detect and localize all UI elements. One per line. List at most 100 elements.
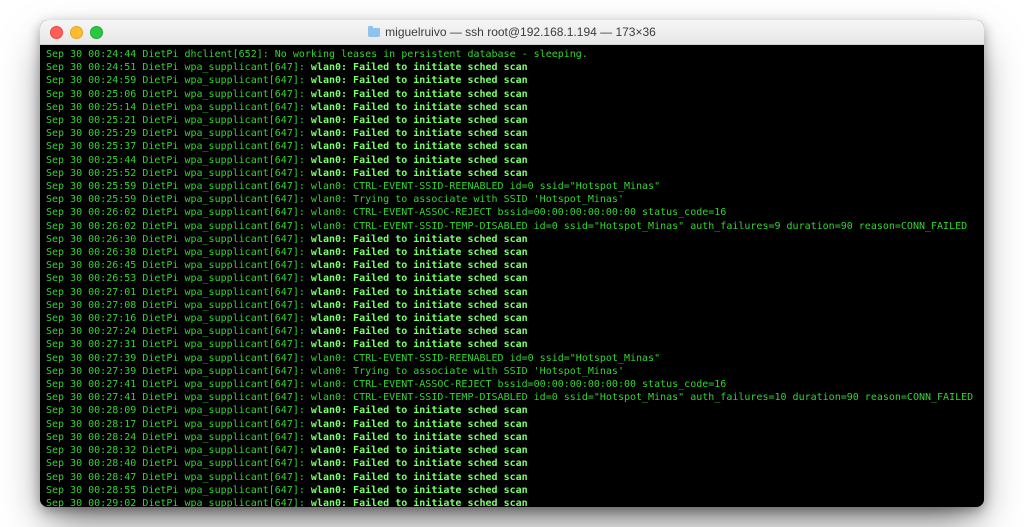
log-line: Sep 30 00:28:47 DietPi wpa_supplicant[64… [46, 471, 978, 484]
log-line: Sep 30 00:27:39 DietPi wpa_supplicant[64… [46, 352, 978, 365]
log-line: Sep 30 00:26:02 DietPi wpa_supplicant[64… [46, 206, 978, 219]
log-line: Sep 30 00:27:39 DietPi wpa_supplicant[64… [46, 365, 978, 378]
log-message: wlan0: CTRL-EVENT-SSID-TEMP-DISABLED id=… [311, 392, 973, 403]
log-line: Sep 30 00:27:08 DietPi wpa_supplicant[64… [46, 299, 978, 312]
log-prefix: Sep 30 00:28:09 DietPi wpa_supplicant[64… [46, 405, 311, 416]
log-prefix: Sep 30 00:26:30 DietPi wpa_supplicant[64… [46, 234, 311, 245]
window-title: miguelruivo — ssh root@192.168.1.194 — 1… [40, 25, 984, 39]
log-line: Sep 30 00:24:59 DietPi wpa_supplicant[64… [46, 74, 978, 87]
log-line: Sep 30 00:25:52 DietPi wpa_supplicant[64… [46, 167, 978, 180]
log-message: wlan0: Failed to initiate sched scan [311, 432, 528, 443]
titlebar: miguelruivo — ssh root@192.168.1.194 — 1… [40, 20, 984, 45]
terminal-body[interactable]: Sep 30 00:24:44 DietPi dhclient[652]: No… [40, 45, 984, 507]
log-message: wlan0: Failed to initiate sched scan [311, 260, 528, 271]
log-line: Sep 30 00:28:09 DietPi wpa_supplicant[64… [46, 404, 978, 417]
close-icon[interactable] [50, 26, 63, 39]
window-title-text: miguelruivo — ssh root@192.168.1.194 — 1… [385, 25, 656, 39]
log-prefix: Sep 30 00:26:02 DietPi wpa_supplicant[64… [46, 221, 311, 232]
log-prefix: Sep 30 00:25:29 DietPi wpa_supplicant[64… [46, 128, 311, 139]
minimize-icon[interactable] [70, 26, 83, 39]
terminal-window: miguelruivo — ssh root@192.168.1.194 — 1… [40, 20, 984, 507]
log-message: wlan0: Failed to initiate sched scan [311, 155, 528, 166]
log-line: Sep 30 00:25:06 DietPi wpa_supplicant[64… [46, 88, 978, 101]
log-line: Sep 30 00:25:21 DietPi wpa_supplicant[64… [46, 114, 978, 127]
log-line: Sep 30 00:24:51 DietPi wpa_supplicant[64… [46, 61, 978, 74]
log-prefix: Sep 30 00:24:51 DietPi wpa_supplicant[64… [46, 62, 311, 73]
log-message: wlan0: Failed to initiate sched scan [311, 115, 528, 126]
log-message: wlan0: Failed to initiate sched scan [311, 62, 528, 73]
log-prefix: Sep 30 00:25:06 DietPi wpa_supplicant[64… [46, 89, 311, 100]
log-message: wlan0: CTRL-EVENT-SSID-TEMP-DISABLED id=… [311, 221, 967, 232]
log-message: wlan0: Failed to initiate sched scan [311, 287, 528, 298]
log-prefix: Sep 30 00:27:01 DietPi wpa_supplicant[64… [46, 287, 311, 298]
traffic-lights [40, 26, 103, 39]
log-prefix: Sep 30 00:27:16 DietPi wpa_supplicant[64… [46, 313, 311, 324]
log-prefix: Sep 30 00:24:44 DietPi dhclient[652]: [46, 49, 275, 60]
log-message: wlan0: Failed to initiate sched scan [311, 313, 528, 324]
log-line: Sep 30 00:25:14 DietPi wpa_supplicant[64… [46, 101, 978, 114]
folder-icon [368, 28, 380, 37]
log-line: Sep 30 00:28:24 DietPi wpa_supplicant[64… [46, 431, 978, 444]
log-message: wlan0: Failed to initiate sched scan [311, 168, 528, 179]
log-message: wlan0: CTRL-EVENT-ASSOC-REJECT bssid=00:… [311, 379, 726, 390]
log-line: Sep 30 00:25:59 DietPi wpa_supplicant[64… [46, 193, 978, 206]
log-prefix: Sep 30 00:25:14 DietPi wpa_supplicant[64… [46, 102, 311, 113]
log-line: Sep 30 00:26:53 DietPi wpa_supplicant[64… [46, 272, 978, 285]
log-line: Sep 30 00:26:38 DietPi wpa_supplicant[64… [46, 246, 978, 259]
log-prefix: Sep 30 00:26:38 DietPi wpa_supplicant[64… [46, 247, 311, 258]
log-message: wlan0: Failed to initiate sched scan [311, 141, 528, 152]
log-message: wlan0: Failed to initiate sched scan [311, 89, 528, 100]
log-message: wlan0: Failed to initiate sched scan [311, 339, 528, 350]
log-line: Sep 30 00:28:55 DietPi wpa_supplicant[64… [46, 484, 978, 497]
log-prefix: Sep 30 00:27:31 DietPi wpa_supplicant[64… [46, 339, 311, 350]
log-message: wlan0: Failed to initiate sched scan [311, 326, 528, 337]
log-prefix: Sep 30 00:27:41 DietPi wpa_supplicant[64… [46, 392, 311, 403]
log-line: Sep 30 00:28:32 DietPi wpa_supplicant[64… [46, 444, 978, 457]
log-line: Sep 30 00:28:40 DietPi wpa_supplicant[64… [46, 457, 978, 470]
log-prefix: Sep 30 00:28:32 DietPi wpa_supplicant[64… [46, 445, 311, 456]
log-message: wlan0: Failed to initiate sched scan [311, 472, 528, 483]
log-line: Sep 30 00:26:02 DietPi wpa_supplicant[64… [46, 220, 978, 233]
log-prefix: Sep 30 00:25:21 DietPi wpa_supplicant[64… [46, 115, 311, 126]
log-line: Sep 30 00:27:24 DietPi wpa_supplicant[64… [46, 325, 978, 338]
log-message: wlan0: Failed to initiate sched scan [311, 458, 528, 469]
log-message: No working leases in persistent database… [275, 49, 588, 60]
log-line: Sep 30 00:25:29 DietPi wpa_supplicant[64… [46, 127, 978, 140]
zoom-icon[interactable] [90, 26, 103, 39]
log-message: wlan0: Failed to initiate sched scan [311, 485, 528, 496]
log-prefix: Sep 30 00:27:24 DietPi wpa_supplicant[64… [46, 326, 311, 337]
log-message: wlan0: Failed to initiate sched scan [311, 247, 528, 258]
log-line: Sep 30 00:24:44 DietPi dhclient[652]: No… [46, 48, 978, 61]
log-message: wlan0: Failed to initiate sched scan [311, 445, 528, 456]
log-prefix: Sep 30 00:25:37 DietPi wpa_supplicant[64… [46, 141, 311, 152]
log-message: wlan0: Failed to initiate sched scan [311, 102, 528, 113]
log-line: Sep 30 00:27:16 DietPi wpa_supplicant[64… [46, 312, 978, 325]
log-line: Sep 30 00:29:02 DietPi wpa_supplicant[64… [46, 497, 978, 507]
log-message: wlan0: Failed to initiate sched scan [311, 273, 528, 284]
log-prefix: Sep 30 00:25:59 DietPi wpa_supplicant[64… [46, 181, 311, 192]
log-line: Sep 30 00:28:17 DietPi wpa_supplicant[64… [46, 418, 978, 431]
log-line: Sep 30 00:27:01 DietPi wpa_supplicant[64… [46, 286, 978, 299]
log-prefix: Sep 30 00:28:17 DietPi wpa_supplicant[64… [46, 419, 311, 430]
log-line: Sep 30 00:25:59 DietPi wpa_supplicant[64… [46, 180, 978, 193]
log-prefix: Sep 30 00:29:02 DietPi wpa_supplicant[64… [46, 498, 311, 507]
log-prefix: Sep 30 00:25:52 DietPi wpa_supplicant[64… [46, 168, 311, 179]
log-prefix: Sep 30 00:26:02 DietPi wpa_supplicant[64… [46, 207, 311, 218]
log-line: Sep 30 00:27:41 DietPi wpa_supplicant[64… [46, 378, 978, 391]
log-prefix: Sep 30 00:24:59 DietPi wpa_supplicant[64… [46, 75, 311, 86]
log-prefix: Sep 30 00:28:40 DietPi wpa_supplicant[64… [46, 458, 311, 469]
log-prefix: Sep 30 00:28:24 DietPi wpa_supplicant[64… [46, 432, 311, 443]
log-message: wlan0: CTRL-EVENT-ASSOC-REJECT bssid=00:… [311, 207, 726, 218]
log-message: wlan0: Trying to associate with SSID 'Ho… [311, 366, 624, 377]
log-message: wlan0: Failed to initiate sched scan [311, 498, 528, 507]
log-line: Sep 30 00:27:41 DietPi wpa_supplicant[64… [46, 391, 978, 404]
log-message: wlan0: Failed to initiate sched scan [311, 234, 528, 245]
log-prefix: Sep 30 00:25:59 DietPi wpa_supplicant[64… [46, 194, 311, 205]
log-prefix: Sep 30 00:27:39 DietPi wpa_supplicant[64… [46, 353, 311, 364]
log-prefix: Sep 30 00:26:45 DietPi wpa_supplicant[64… [46, 260, 311, 271]
log-prefix: Sep 30 00:25:44 DietPi wpa_supplicant[64… [46, 155, 311, 166]
log-line: Sep 30 00:25:44 DietPi wpa_supplicant[64… [46, 154, 978, 167]
log-prefix: Sep 30 00:26:53 DietPi wpa_supplicant[64… [46, 273, 311, 284]
log-message: wlan0: Trying to associate with SSID 'Ho… [311, 194, 624, 205]
log-prefix: Sep 30 00:27:08 DietPi wpa_supplicant[64… [46, 300, 311, 311]
